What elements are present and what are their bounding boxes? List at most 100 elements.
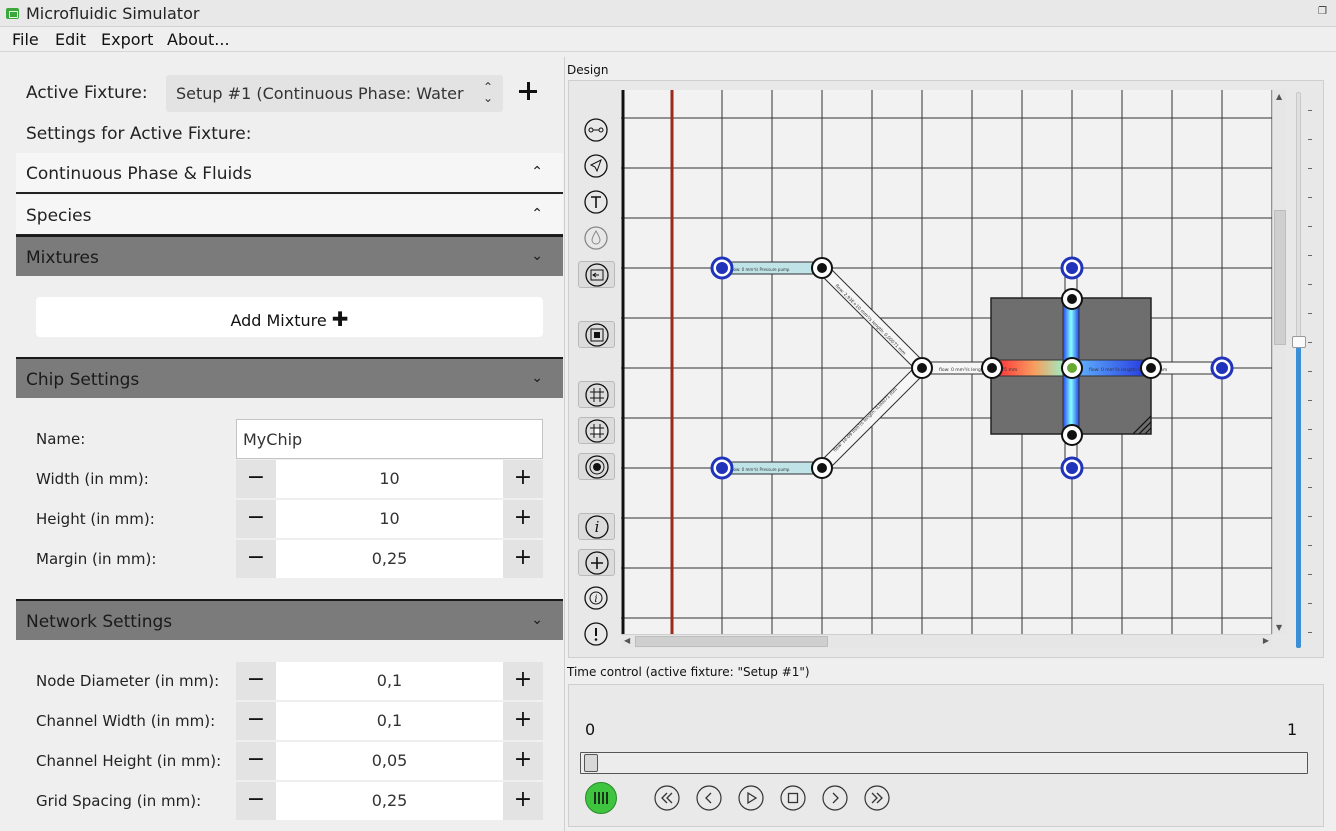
grid-spacing-stepper: − 0,25 + — [236, 782, 543, 820]
updown-chevron-icon: ⌃ ⌄ — [482, 80, 493, 105]
increment-button[interactable]: + — [503, 782, 543, 820]
chip-name-field[interactable]: MyChip — [236, 419, 543, 459]
chip-margin-stepper: − 0,25 + — [236, 540, 543, 578]
warning-icon[interactable] — [578, 621, 615, 648]
svg-text:i: i — [594, 594, 597, 605]
section-title: Species — [26, 206, 92, 226]
section-chip-settings[interactable]: Chip Settings ⌄ — [16, 357, 563, 398]
chip-name-label: Name: — [36, 430, 86, 448]
chip-margin-label: Margin (in mm): — [36, 550, 157, 568]
menu-file[interactable]: File — [12, 30, 39, 49]
plus-icon: ✚ — [331, 307, 349, 331]
time-slider-handle[interactable] — [584, 754, 598, 772]
active-fixture-select[interactable]: Setup #1 (Continuous Phase: Water ⌃ ⌄ — [166, 75, 503, 112]
design-label: Design — [567, 63, 609, 77]
decrement-button[interactable]: − — [236, 782, 276, 820]
settings-panel: Active Fixture: Setup #1 (Continuous Pha… — [6, 57, 565, 831]
decrement-button[interactable]: − — [236, 702, 276, 740]
chip-margin-input[interactable]: 0,25 — [276, 540, 503, 578]
zoom-slider[interactable] — [1292, 92, 1306, 648]
channel-width-input[interactable]: 0,1 — [276, 702, 503, 740]
node-diameter-stepper: − 0,1 + — [236, 662, 543, 700]
decrement-button[interactable]: − — [236, 460, 276, 498]
stop-icon[interactable] — [780, 785, 806, 811]
section-species[interactable]: Species ⌃ — [16, 195, 563, 236]
section-network-settings[interactable]: Network Settings ⌄ — [16, 599, 563, 640]
horizontal-scroll-thumb[interactable] — [635, 636, 828, 647]
target-tool-icon[interactable] — [578, 453, 615, 480]
section-continuous-phase[interactable]: Continuous Phase & Fluids ⌃ — [16, 153, 563, 194]
increment-button[interactable]: + — [503, 540, 543, 578]
section-title: Chip Settings — [26, 370, 140, 390]
chip-height-input[interactable]: 10 — [276, 500, 503, 538]
settings-heading: Settings for Active Fixture: — [26, 124, 252, 144]
section-title: Network Settings — [26, 612, 173, 632]
chip-width-label: Width (in mm): — [36, 470, 149, 488]
crop-tool-icon[interactable] — [578, 417, 615, 444]
channel-width-label: Channel Width (in mm): — [36, 712, 216, 730]
grid-tool-icon[interactable] — [578, 381, 615, 408]
increment-button[interactable]: + — [503, 702, 543, 740]
step-back-icon[interactable] — [696, 785, 722, 811]
select-arrow-icon[interactable] — [578, 153, 615, 180]
droplet-icon[interactable] — [578, 225, 615, 252]
chevron-up-icon: ⌃ — [531, 164, 543, 180]
increment-button[interactable]: + — [503, 500, 543, 538]
increment-button[interactable]: + — [503, 662, 543, 700]
decrement-button[interactable]: − — [236, 540, 276, 578]
section-mixtures[interactable]: Mixtures ⌄ — [16, 235, 563, 276]
decrement-button[interactable]: − — [236, 500, 276, 538]
scroll-right-arrow-icon[interactable]: ▶ — [1263, 636, 1269, 645]
info-icon[interactable]: i — [578, 513, 615, 540]
channel-height-input[interactable]: 0,05 — [276, 742, 503, 780]
restore-icon[interactable]: ❐ — [1318, 6, 1330, 18]
decrement-button[interactable]: − — [236, 742, 276, 780]
add-icon[interactable] — [578, 549, 615, 576]
add-fixture-button[interactable] — [516, 79, 540, 103]
time-slider[interactable] — [580, 752, 1308, 774]
play-icon[interactable] — [738, 785, 764, 811]
index-icon[interactable]: i — [578, 585, 615, 612]
design-canvas[interactable]: flow: 0 mm³/s Pressure pump flow: 0 mm³/… — [621, 90, 1274, 634]
skip-back-icon[interactable] — [654, 785, 680, 811]
menu-bar: File Edit Export About... — [0, 27, 1336, 52]
import-tool-icon[interactable] — [578, 261, 615, 288]
horizontal-scrollbar[interactable]: ◀ ▶ — [621, 634, 1272, 648]
menu-about[interactable]: About... — [167, 30, 230, 49]
decrement-button[interactable]: − — [236, 662, 276, 700]
simulate-button[interactable] — [585, 782, 617, 814]
scroll-up-arrow-icon[interactable]: ▲ — [1276, 92, 1282, 101]
text-tool-icon[interactable] — [578, 189, 615, 216]
time-control-label: Time control (active fixture: "Setup #1"… — [567, 665, 810, 679]
scroll-left-arrow-icon[interactable]: ◀ — [624, 636, 630, 645]
increment-button[interactable]: + — [503, 460, 543, 498]
menu-export[interactable]: Export — [101, 30, 153, 49]
channel-height-stepper: − 0,05 + — [236, 742, 543, 780]
channel-width-stepper: − 0,1 + — [236, 702, 543, 740]
chevron-down-icon: ⌄ — [531, 248, 543, 264]
menu-edit[interactable]: Edit — [55, 30, 86, 49]
app-icon — [6, 8, 19, 19]
node-diameter-input[interactable]: 0,1 — [276, 662, 503, 700]
module-tool-icon[interactable] — [578, 321, 615, 348]
window-title: Microfluidic Simulator — [26, 4, 200, 23]
vertical-scrollbar[interactable]: ▲ ▼ — [1272, 90, 1286, 634]
zoom-handle[interactable] — [1292, 336, 1306, 349]
increment-button[interactable]: + — [503, 742, 543, 780]
chip-width-input[interactable]: 10 — [276, 460, 503, 498]
skip-forward-icon[interactable] — [864, 785, 890, 811]
active-fixture-value: Setup #1 (Continuous Phase: Water — [176, 84, 464, 103]
chip-width-stepper: − 10 + — [236, 460, 543, 498]
grid-spacing-input[interactable]: 0,25 — [276, 782, 503, 820]
channel-height-label: Channel Height (in mm): — [36, 752, 222, 770]
connect-tool-icon[interactable] — [578, 117, 615, 144]
step-forward-icon[interactable] — [822, 785, 848, 811]
chevron-down-icon: ⌄ — [531, 612, 543, 628]
add-mixture-button[interactable]: Add Mixture ✚ — [36, 297, 543, 337]
chevron-up-icon: ⌃ — [531, 206, 543, 222]
vertical-scroll-thumb[interactable] — [1274, 210, 1286, 345]
time-start-label: 0 — [585, 720, 596, 739]
scroll-down-arrow-icon[interactable]: ▼ — [1276, 623, 1282, 632]
splitter[interactable] — [564, 57, 565, 831]
node-diameter-label: Node Diameter (in mm): — [36, 672, 220, 690]
